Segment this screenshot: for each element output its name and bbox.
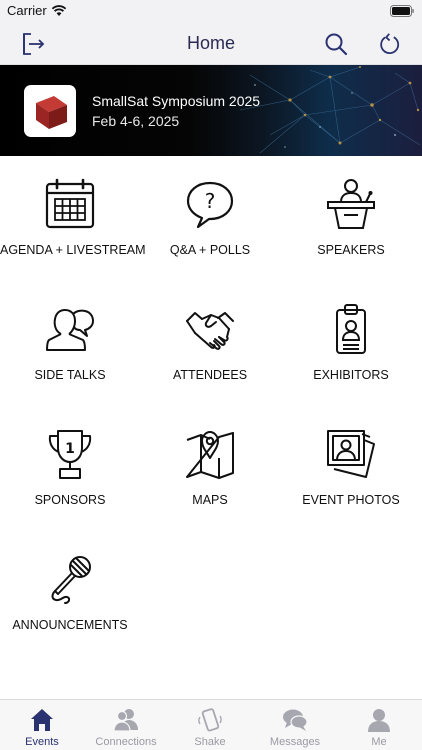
tab-label: Connections — [95, 736, 157, 748]
photos-icon — [327, 430, 375, 478]
tile-maps[interactable]: MAPS — [140, 406, 280, 531]
page-title: Home — [186, 33, 235, 53]
microphone-icon — [51, 556, 91, 604]
event-title: SmallSat Symposium 2025 — [92, 93, 261, 109]
tile-attendees[interactable]: ATTENDEES — [140, 281, 280, 406]
tab-bar: Events Connections Shake Messages Me — [0, 699, 422, 750]
tile-label: AGENDA + LIVESTREAM — [0, 243, 146, 257]
tab-me[interactable]: Me — [337, 700, 421, 750]
tab-messages[interactable]: Messages — [253, 700, 337, 750]
event-banner[interactable]: SmallSat Symposium 2025 Feb 4-6, 2025 — [0, 65, 422, 156]
tab-label: Messages — [269, 736, 321, 748]
tile-label: EXHIBITORS — [313, 368, 389, 382]
svg-text:1: 1 — [65, 441, 75, 457]
tab-label: Events — [25, 736, 59, 748]
shake-phone-icon — [198, 708, 222, 732]
tab-events[interactable]: Events — [0, 700, 84, 750]
tile-label: Q&A + POLLS — [169, 243, 251, 257]
event-logo — [24, 85, 76, 137]
people-chat-icon — [46, 309, 94, 351]
tile-label: SPEAKERS — [317, 243, 385, 257]
tile-label: SIDE TALKS — [34, 368, 106, 382]
trophy-icon: 1 — [48, 430, 92, 479]
tile-qa-polls[interactable]: ? Q&A + POLLS — [140, 156, 280, 281]
tile-exhibitors[interactable]: EXHIBITORS — [281, 281, 421, 406]
tile-speakers[interactable]: SPEAKERS — [281, 156, 421, 281]
question-bubble-icon: ? — [186, 181, 234, 229]
tile-announcements[interactable]: ANNOUNCEMENTS — [0, 531, 140, 656]
refresh-icon — [380, 33, 400, 54]
tile-label: ATTENDEES — [172, 368, 248, 382]
person-icon — [368, 709, 390, 732]
home-icon — [31, 709, 53, 731]
tile-label: ANNOUNCEMENTS — [12, 618, 128, 632]
event-dates: Feb 4-6, 2025 — [92, 113, 180, 129]
battery-icon — [390, 5, 414, 17]
tile-event-photos[interactable]: EVENT PHOTOS — [281, 406, 421, 531]
refresh-button[interactable] — [374, 28, 406, 60]
tile-label: EVENT PHOTOS — [302, 493, 400, 507]
status-bar: Carrier — [0, 0, 422, 22]
search-icon — [325, 33, 348, 56]
badge-icon — [336, 304, 366, 354]
podium-speaker-icon — [327, 179, 375, 229]
map-pin-icon — [186, 431, 234, 479]
search-button[interactable] — [320, 28, 352, 60]
tile-side-talks[interactable]: SIDE TALKS — [0, 281, 140, 406]
tab-label: Me — [371, 736, 387, 748]
wifi-icon — [51, 5, 67, 16]
handshake-icon — [186, 312, 234, 350]
tile-label: MAPS — [192, 493, 228, 507]
tab-connections[interactable]: Connections — [84, 700, 168, 750]
tile-agenda-livestream[interactable]: AGENDA + LIVESTREAM — [0, 156, 146, 281]
svg-text:?: ? — [205, 189, 216, 213]
nav-bar: Home — [0, 22, 422, 65]
tile-label: SPONSORS — [34, 493, 106, 507]
connections-icon — [113, 709, 138, 732]
messages-icon — [283, 709, 308, 731]
carrier-label: Carrier — [7, 3, 47, 18]
tab-label: Shake — [194, 736, 226, 748]
tile-sponsors[interactable]: 1 SPONSORS — [0, 406, 140, 531]
tab-shake[interactable]: Shake — [168, 700, 252, 750]
calendar-icon — [45, 178, 95, 229]
